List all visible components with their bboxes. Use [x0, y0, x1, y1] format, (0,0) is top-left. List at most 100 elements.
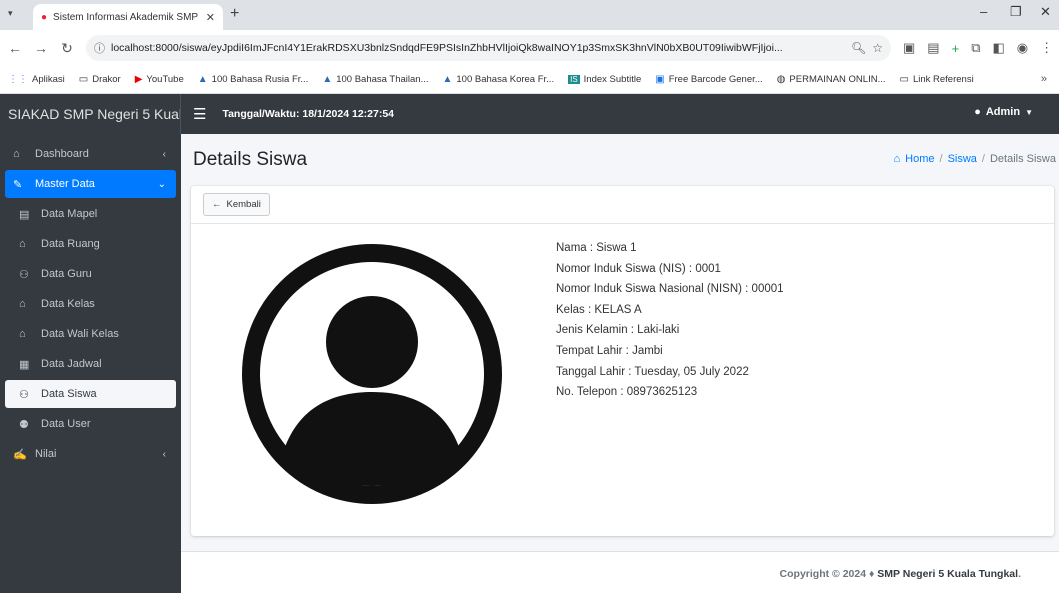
users-icon: ⚇: [19, 268, 29, 281]
browser-tab[interactable]: ● Sistem Informasi Akademik SMP ✕: [33, 4, 223, 30]
is-icon: IS: [568, 75, 580, 84]
image-icon: ▲: [197, 74, 208, 85]
sidebar: ⌂ Dashboard ‹ ✎ Master Data ⌄ ▤ Data Map…: [0, 134, 181, 593]
home-icon: ⌂: [19, 328, 26, 340]
url-text[interactable]: localhost:8000/siswa/eyJpdiI6ImJFcnI4Y1E…: [111, 42, 845, 54]
bookmark-permainan[interactable]: ◍ PERMAINAN ONLIN...: [777, 74, 886, 85]
bookmark-rusia[interactable]: ▲ 100 Bahasa Rusia Fr...: [198, 74, 309, 85]
sidebar-item-data-ruang[interactable]: ⌂ Data Ruang: [5, 230, 176, 258]
image-icon: ▲: [442, 74, 453, 85]
user-circle-icon: ●: [974, 106, 981, 118]
sidepanel-icon[interactable]: ◧: [992, 40, 1004, 56]
student-nisn: Nomor Induk Siswa Nasional (NISN) : 0000…: [556, 283, 784, 296]
forward-icon[interactable]: →: [30, 40, 52, 56]
sidebar-item-data-siswa[interactable]: ⚇ Data Siswa: [5, 380, 176, 408]
main-content: Details Siswa ⌂ Home / Siswa / Details S…: [181, 134, 1059, 593]
reload-icon[interactable]: ↻: [56, 40, 78, 57]
student-jenis-kelamin: Jenis Kelamin : Laki-laki: [556, 324, 680, 337]
home-icon: ⌂: [19, 238, 26, 250]
bookmark-star-icon[interactable]: ☆: [872, 41, 883, 55]
tab-close-icon[interactable]: ✕: [206, 11, 215, 24]
profile-avatar-icon[interactable]: ◉: [1017, 40, 1028, 56]
footer: Copyright © 2024 ♦ SMP Negeri 5 Kuala Tu…: [181, 551, 1059, 593]
sidebar-item-data-wali-kelas[interactable]: ⌂ Data Wali Kelas: [5, 320, 176, 348]
hamburger-menu-icon[interactable]: ☰: [193, 105, 206, 123]
datetime-display: Tanggal/Waktu: 18/1/2024 12:27:54: [222, 108, 395, 120]
bookmark-index-subtitle[interactable]: IS Index Subtitle: [568, 74, 641, 85]
sidebar-item-nilai[interactable]: ✍ Nilai ‹: [5, 440, 176, 468]
admin-label: Admin: [985, 106, 1021, 118]
bookmarks-bar: ⋮⋮ Aplikasi ▭ Drakor ▶ YouTube ▲ 100 Bahasa …: [0, 66, 1059, 94]
extension-icon[interactable]: ▣: [903, 40, 915, 56]
menu-kebab-icon[interactable]: ⋮: [1040, 40, 1053, 56]
favicon-icon: ●: [41, 11, 48, 23]
bookmark-aplikasi[interactable]: ⋮⋮ Aplikasi: [8, 74, 65, 85]
puzzle-icon[interactable]: ⧉: [971, 40, 980, 56]
admin-dropdown[interactable]: ● Admin ▼: [974, 106, 1033, 118]
breadcrumb-home[interactable]: Home: [905, 153, 934, 165]
student-tanggal-lahir: Tanggal Lahir : Tuesday, 05 July 2022: [556, 365, 749, 378]
bookmark-thailand[interactable]: ▲ 100 Bahasa Thailan...: [322, 74, 428, 85]
bookmark-korea[interactable]: ▲ 100 Bahasa Korea Fr...: [442, 74, 554, 85]
home-icon: ⌂: [19, 298, 26, 310]
breadcrumb-siswa[interactable]: Siswa: [948, 153, 977, 165]
student-tempat-lahir: Tempat Lahir : Jambi: [556, 344, 663, 357]
breadcrumb-separator: /: [981, 153, 985, 165]
address-bar: ← → ↻ ⓘ localhost:8000/siswa/eyJpdiI6ImJ…: [0, 30, 1059, 66]
arrow-left-icon: ←: [212, 199, 222, 210]
bookmark-drakor[interactable]: ▭ Drakor: [79, 74, 121, 85]
site-info-icon[interactable]: ⓘ: [94, 40, 105, 56]
chevron-left-icon: ‹: [162, 448, 166, 460]
bookmark-youtube[interactable]: ▶ YouTube: [135, 74, 184, 85]
sidebar-item-dashboard[interactable]: ⌂ Dashboard ‹: [5, 140, 176, 168]
sidebar-item-master-data[interactable]: ✎ Master Data ⌄: [5, 170, 176, 198]
close-window-icon[interactable]: ✕: [1040, 4, 1051, 20]
brand-title[interactable]: SIAKAD SMP Negeri 5 Kuala Tungkal: [0, 94, 181, 134]
sidebar-item-data-kelas[interactable]: ⌂ Data Kelas: [5, 290, 176, 318]
bookmark-barcode[interactable]: ▣ Free Barcode Gener...: [655, 74, 762, 85]
new-tab-icon[interactable]: +: [230, 5, 239, 23]
barcode-icon: ▣: [655, 74, 665, 85]
card-header: ← Kembali: [191, 186, 1054, 224]
image-icon: ▲: [322, 74, 333, 85]
extension-plus-icon[interactable]: +: [952, 41, 960, 56]
users-icon: ⚇: [19, 388, 29, 401]
caret-down-icon: ▼: [1025, 107, 1033, 117]
sidebar-item-data-user[interactable]: ⚉ Data User: [5, 410, 176, 438]
student-detail-card: ← Kembali Nama : Siswa 1 Nomor Induk Sis…: [191, 186, 1054, 536]
student-telepon: No. Telepon : 08973625123: [556, 386, 698, 399]
zoom-icon[interactable]: 🔍︎: [851, 41, 866, 55]
copyright-text: Copyright © 2024 ♦ SMP Negeri 5 Kuala Tu…: [779, 568, 1021, 580]
sidebar-item-data-jadwal[interactable]: ▦ Data Jadwal: [5, 350, 176, 378]
sidebar-item-data-guru[interactable]: ⚇ Data Guru: [5, 260, 176, 288]
footer-school-link[interactable]: SMP Negeri 5 Kuala Tungkal: [877, 568, 1018, 580]
bookmarks-more-icon[interactable]: »: [1041, 73, 1047, 85]
back-button[interactable]: ← Kembali: [203, 193, 270, 216]
student-info: Nama : Siswa 1 Nomor Induk Siswa (NIS) :…: [556, 238, 784, 403]
user-plus-icon: ⚉: [19, 418, 29, 431]
tab-search-icon[interactable]: ▾: [8, 8, 13, 19]
youtube-icon: ▶: [134, 74, 143, 85]
breadcrumb: ⌂ Home / Siswa / Details Siswa: [894, 153, 1057, 165]
tab-title: Sistem Informasi Akademik SMP: [53, 11, 199, 23]
bookmark-link-referensi[interactable]: ▭ Link Referensi: [900, 74, 974, 85]
student-nama: Nama : Siswa 1: [556, 242, 637, 254]
restore-icon[interactable]: ❐: [1010, 4, 1022, 20]
breadcrumb-separator: /: [939, 153, 943, 165]
sidebar-item-data-mapel[interactable]: ▤ Data Mapel: [5, 200, 176, 228]
extension-new-icon[interactable]: ▤: [927, 40, 939, 56]
home-icon[interactable]: ⌂: [894, 153, 901, 165]
student-kelas: Kelas : KELAS A: [556, 303, 642, 316]
omnibox[interactable]: ⓘ localhost:8000/siswa/eyJpdiI6ImJFcnI4Y…: [86, 35, 891, 61]
back-button-label: Kembali: [226, 199, 261, 210]
minimize-icon[interactable]: –: [980, 4, 987, 19]
chevron-down-icon: ⌄: [157, 178, 166, 190]
back-icon[interactable]: ←: [4, 40, 26, 56]
student-nis: Nomor Induk Siswa (NIS) : 0001: [556, 262, 721, 275]
breadcrumb-current: Details Siswa: [989, 153, 1056, 165]
apps-icon: ⋮⋮: [8, 74, 28, 85]
page-title: Details Siswa: [193, 149, 308, 170]
folder-icon: ▭: [899, 74, 909, 85]
chevron-left-icon: ‹: [162, 148, 166, 160]
avatar-placeholder-icon: [242, 244, 502, 504]
